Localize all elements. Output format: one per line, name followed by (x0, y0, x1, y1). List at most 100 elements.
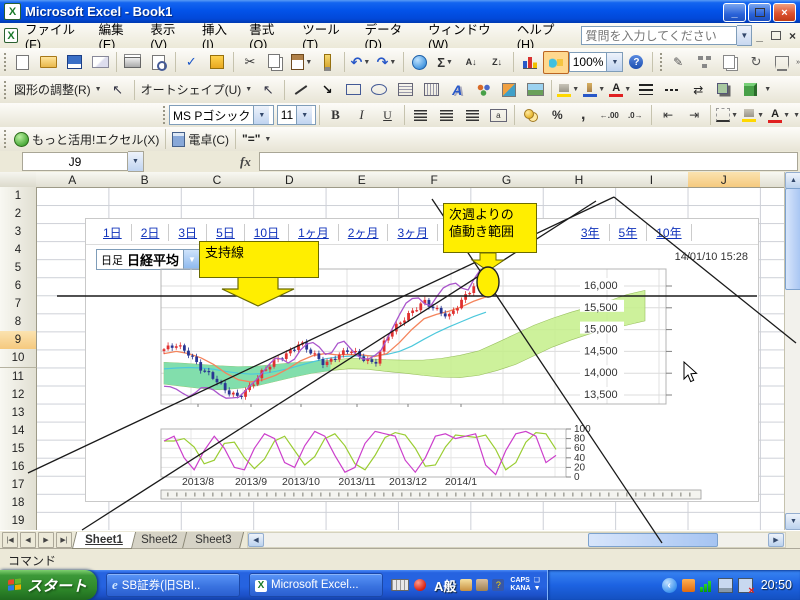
sheet-tab-sheet2[interactable]: Sheet2 (128, 532, 191, 549)
spelling-button[interactable] (178, 51, 204, 74)
minimize-button[interactable]: _ (723, 3, 746, 22)
shadow-button[interactable] (711, 78, 737, 101)
autoshape-button[interactable]: オートシェイプ(U)▼ (138, 81, 256, 98)
currency-button[interactable] (518, 104, 544, 127)
insert-function-button[interactable]: fx (240, 154, 251, 170)
fill-color-button[interactable]: ▼ (740, 104, 766, 127)
ime-tools-icon[interactable] (476, 579, 488, 591)
new-button[interactable] (9, 51, 35, 74)
column-header-D[interactable]: D (253, 172, 326, 188)
row-header-14[interactable]: 14 (0, 422, 37, 441)
toolbar-grip[interactable] (3, 130, 8, 148)
row-header-8[interactable]: 8 (0, 313, 37, 332)
italic-button[interactable]: I (349, 104, 375, 127)
email-button[interactable] (87, 51, 113, 74)
ime-minimize[interactable]: ❏▼ (534, 577, 541, 593)
copy-button[interactable] (263, 51, 289, 74)
hscroll-thumb[interactable] (588, 533, 718, 547)
scroll-right-icon[interactable]: ▶ (768, 533, 784, 547)
row-header-4[interactable]: 4 (0, 241, 37, 260)
tray-app-icon[interactable] (682, 579, 695, 592)
toolbar-grip[interactable] (659, 53, 662, 71)
prev-sheet-icon[interactable]: ◀ (20, 532, 36, 548)
inc-decimal-button[interactable] (596, 104, 622, 127)
sort-desc-button[interactable] (484, 51, 510, 74)
align-left-button[interactable] (407, 104, 433, 127)
cut-button[interactable] (237, 51, 263, 74)
pointer-device-icon[interactable] (414, 579, 426, 591)
research-button[interactable] (204, 51, 230, 74)
excel-tips-button[interactable]: もっと活用!エクセル(X) (11, 131, 162, 148)
redo-button[interactable]: ▼ (374, 51, 400, 74)
sort-asc-button[interactable] (458, 51, 484, 74)
shape-adjust-button[interactable]: 図形の調整(R)▼ (11, 81, 105, 98)
font-color-button[interactable]: ▼ (766, 104, 792, 127)
column-header-B[interactable]: B (108, 172, 181, 188)
row-header-7[interactable]: 7 (0, 295, 37, 314)
paste-button[interactable]: ▼ (289, 51, 315, 74)
maximize-button[interactable] (748, 3, 771, 22)
task-button-excel[interactable]: XMicrosoft Excel... (249, 573, 383, 597)
dec-indent-button[interactable] (655, 104, 681, 127)
column-header-F[interactable]: F (398, 172, 471, 188)
dash-style-button[interactable] (659, 78, 685, 101)
flow-button[interactable] (769, 51, 795, 74)
row-header-12[interactable]: 12 (0, 386, 37, 405)
save-button[interactable] (61, 51, 87, 74)
scroll-up-icon[interactable]: ▲ (785, 172, 800, 189)
merge-center-button[interactable] (485, 104, 511, 127)
horizontal-scrollbar[interactable]: ◀ ▶ (247, 532, 786, 548)
dec-decimal-button[interactable] (622, 104, 648, 127)
ime-capskana[interactable]: CAPS KANA (510, 577, 530, 593)
autosum-button[interactable]: ▼ (432, 51, 458, 74)
question-dropdown-icon[interactable]: ▼ (737, 25, 752, 46)
sheet-tab-sheet3[interactable]: Sheet3 (182, 532, 245, 549)
undo-button[interactable]: ▼ (348, 51, 374, 74)
toolbar-options-icon[interactable]: ▼ (793, 112, 800, 119)
row-header-11[interactable]: 11 (0, 368, 37, 387)
row-header-10[interactable]: 10 (0, 349, 37, 368)
align-center-button[interactable] (433, 104, 459, 127)
print-button[interactable] (120, 51, 146, 74)
open-button[interactable] (35, 51, 61, 74)
underline-button[interactable]: U (375, 104, 401, 127)
row-header-17[interactable]: 17 (0, 476, 37, 495)
name-box[interactable]: J9 (22, 152, 128, 171)
font-size-combo[interactable]: 11▼ (277, 105, 316, 125)
toolbar-grip[interactable] (3, 81, 8, 99)
row-header-1[interactable]: 1 (0, 187, 37, 206)
toolbar-options-icon[interactable]: ▼ (264, 136, 271, 143)
align-right-button[interactable] (459, 104, 485, 127)
textbox-button[interactable] (392, 78, 418, 101)
drawing-button[interactable] (543, 51, 569, 74)
row-header-6[interactable]: 6 (0, 277, 37, 296)
select-button[interactable] (255, 78, 281, 101)
doc-close-button[interactable]: × (789, 29, 796, 43)
scroll-down-icon[interactable]: ▼ (785, 513, 800, 530)
wordart-button[interactable] (444, 78, 470, 101)
row-header-2[interactable]: 2 (0, 205, 37, 224)
last-sheet-icon[interactable]: ▶| (56, 532, 72, 548)
rect-button[interactable] (340, 78, 366, 101)
first-sheet-icon[interactable]: |◀ (2, 532, 18, 548)
clipart-button[interactable] (496, 78, 522, 101)
column-header-E[interactable]: E (326, 172, 399, 188)
toolbar-options-icon[interactable]: ▼ (764, 86, 771, 93)
v-textbox-button[interactable] (418, 78, 444, 101)
line-style-button[interactable] (633, 78, 659, 101)
format-painter-button[interactable] (315, 51, 341, 74)
nodes-button[interactable] (691, 51, 717, 74)
3d-button[interactable] (737, 78, 763, 101)
ime-palette-icon[interactable] (460, 579, 472, 591)
row-header-13[interactable]: 13 (0, 404, 37, 423)
ime-mode-label[interactable]: A般 (434, 576, 456, 595)
question-input[interactable] (581, 26, 737, 45)
row-header-9[interactable]: 9 (0, 331, 37, 350)
percent-button[interactable] (544, 104, 570, 127)
close-button[interactable]: × (773, 3, 796, 22)
row-header-3[interactable]: 3 (0, 223, 37, 242)
doc-restore-button[interactable] (771, 29, 781, 43)
column-header-G[interactable]: G (470, 172, 543, 188)
row-header-5[interactable]: 5 (0, 259, 37, 278)
select-button[interactable] (105, 78, 131, 101)
